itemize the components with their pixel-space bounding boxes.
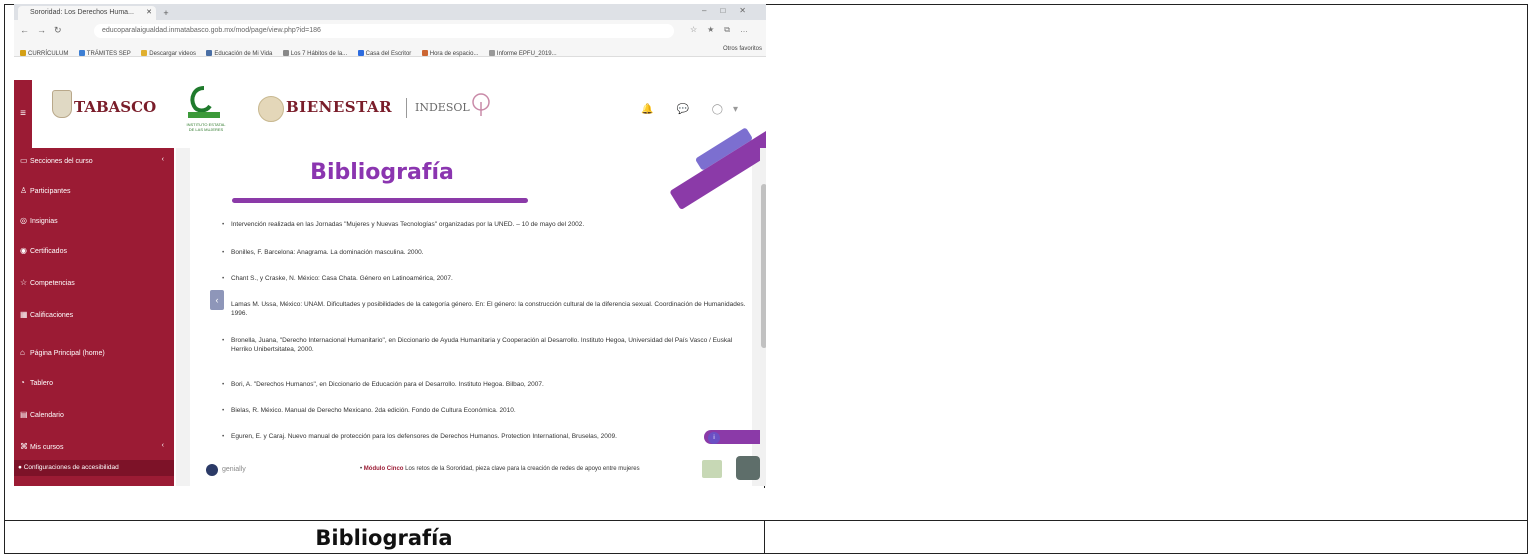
tabasco-logo: TABASCO	[74, 98, 157, 116]
genially-brand: genially	[222, 466, 246, 473]
bienestar-logo: BIENESTAR	[286, 98, 393, 116]
sidebar-item-label: Página Principal (home)	[30, 350, 105, 357]
sidebar: ▭ Secciones del curso ‹ ♙ Participantes ◎ I…	[14, 148, 174, 486]
reference-item: Bori, A. "Derechos Humanos", en Dicciona…	[222, 380, 751, 389]
chevron-left-icon[interactable]: ‹	[210, 290, 224, 310]
instituto-mujeres-logo-icon	[188, 86, 220, 118]
module-label: Módulo Cinco	[363, 466, 404, 472]
chevron-left-icon[interactable]: ‹	[162, 156, 164, 163]
users-icon: ♙	[20, 186, 28, 195]
grades-icon: ▦	[20, 310, 28, 319]
tabasco-shield-icon	[52, 90, 72, 118]
graduation-icon: ⌘	[20, 442, 28, 451]
slide-title: Bibliografía	[310, 160, 454, 185]
star-icon: ☆	[20, 278, 28, 287]
logo-separator	[406, 98, 407, 118]
reference-item: Intervención realizada en las Jornadas "…	[222, 220, 751, 229]
sidebar-item-calendario[interactable]: ▤ Calendario	[20, 410, 64, 419]
sidebar-item-label: Participantes	[30, 188, 71, 195]
instituto-mujeres-text: INSTITUTO ESTATAL DE LAS MUJERES	[186, 122, 226, 132]
sidebar-item-label: Insignias	[30, 218, 58, 225]
sidebar-item-label: Secciones del curso	[30, 158, 93, 165]
moodle-page: ≡ TABASCO INSTITUTO ESTATAL DE LAS MUJER…	[14, 4, 766, 486]
footer-logo-icon	[702, 460, 722, 478]
module-caption: • Módulo Cinco Los retos de la Sororidad…	[360, 466, 640, 472]
sidebar-item-participantes[interactable]: ♙ Participantes	[20, 186, 70, 195]
genially-logo-icon	[206, 464, 218, 476]
reference-item: Eguren, E. y Caraj. Nuevo manual de prot…	[222, 432, 701, 441]
home-icon: ⌂	[20, 348, 25, 357]
chevron-left-icon[interactable]: ‹	[162, 442, 164, 449]
reference-item: Bonilles, F. Barcelona: Anagrama. La dom…	[222, 248, 751, 257]
reference-item: Bielas, R. México. Manual de Derecho Mex…	[222, 406, 751, 415]
badge-icon: ◎	[20, 216, 27, 225]
sidebar-item-label: Calendario	[30, 412, 64, 419]
accessibility-label: Configuraciones de accesibilidad	[23, 464, 119, 471]
info-icon[interactable]: i	[708, 432, 720, 444]
sidebar-item-certificados[interactable]: ◉ Certificados	[20, 246, 67, 255]
table-column-divider-bottom	[764, 520, 765, 554]
mexico-seal-icon	[258, 96, 284, 122]
figure-caption: Bibliografía	[315, 525, 453, 550]
sidebar-item-label: Tablero	[30, 380, 53, 387]
certificate-icon: ◉	[20, 246, 27, 255]
reference-item: Bronella, Juana, "Derecho Internacional …	[222, 336, 751, 354]
sidebar-item-calificaciones[interactable]: ▦ Calificaciones	[20, 310, 73, 319]
menu-toggle-icon[interactable]: ≡	[14, 80, 32, 148]
calendar-icon: ▤	[20, 410, 28, 419]
sidebar-item-label: Competencias	[30, 280, 75, 287]
sidebar-item-mis-cursos[interactable]: ⌘ Mis cursos	[20, 442, 63, 451]
footer-logo-icon	[736, 456, 760, 480]
sidebar-item-insignias[interactable]: ◎ Insignias	[20, 216, 58, 225]
sidebar-item-competencias[interactable]: ☆ Competencias	[20, 278, 75, 287]
sidebar-item-label: Mis cursos	[30, 444, 64, 451]
sidebar-item-label: Calificaciones	[30, 312, 74, 319]
header-user-icons[interactable]: 🔔 💬 ◯▾	[641, 104, 748, 115]
title-underline	[232, 198, 528, 203]
reference-item: Chant S., y Craske, N. México: Casa Chat…	[222, 274, 751, 283]
sororidad-tree-icon	[472, 93, 490, 116]
reference-item: Lamas M. Ussa, México: UNAM. Dificultade…	[222, 300, 751, 318]
accessibility-settings-link[interactable]: ● Configuraciones de accesibilidad	[14, 460, 174, 476]
sidebar-item-home[interactable]: ⌂ Página Principal (home)	[20, 348, 105, 357]
sidebar-item-label: Certificados	[30, 248, 67, 255]
dashboard-icon: ◔	[20, 378, 25, 387]
scrollbar-thumb[interactable]	[761, 184, 766, 348]
module-text: Los retos de la Sororidad, pieza clave p…	[405, 466, 640, 472]
indesol-logo: INDESOL	[415, 101, 470, 114]
sidebar-item-secciones[interactable]: ▭ Secciones del curso	[20, 156, 93, 165]
sidebar-item-tablero[interactable]: ◔ Tablero	[20, 378, 53, 387]
folder-icon: ▭	[20, 156, 28, 165]
